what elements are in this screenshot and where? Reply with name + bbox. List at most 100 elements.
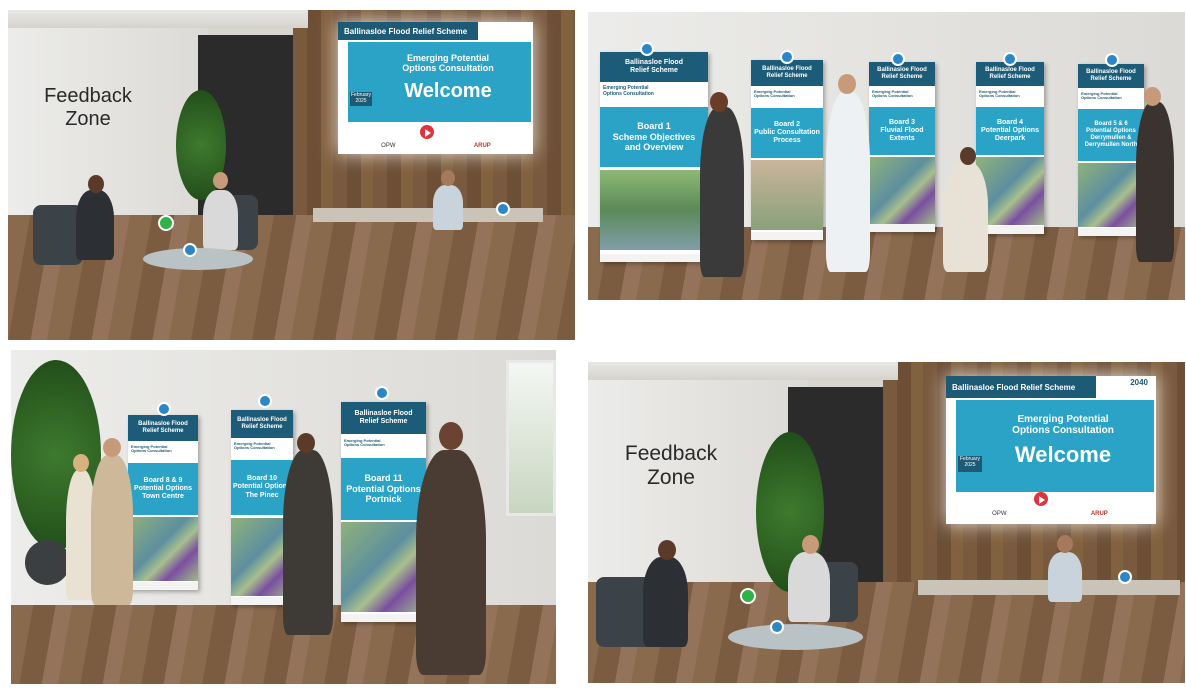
banner-title-line: Potential Options [346, 483, 421, 494]
banner-title-line: Portnick [365, 494, 402, 505]
banner-title-line: Potential Options [981, 126, 1039, 134]
banner-title: Board 4 Potential Options Deerpark [976, 107, 1044, 155]
screen-date: February 2025 [350, 92, 372, 106]
banner-sub-line: Options Consultation [131, 448, 172, 454]
board-11-banner[interactable]: Ballinasloe Flood Relief Scheme Emerging … [341, 402, 426, 622]
banner-footer [869, 224, 935, 232]
banner-title-line: Potential Options [233, 483, 291, 491]
screen-header: Ballinasloe Flood Relief Scheme [338, 22, 478, 40]
banner-title-line: Board 1 [637, 121, 671, 132]
man-head [213, 172, 228, 189]
person-head [439, 422, 463, 450]
man-brown-jacket [1136, 102, 1174, 262]
banner-title-line: Board 11 [364, 473, 403, 484]
banner-header: Ballinasloe Flood Relief Scheme [600, 52, 708, 82]
info-hotspot-icon[interactable] [640, 42, 654, 56]
banner-footer [1078, 228, 1144, 236]
sign-line-1: Feedback [624, 442, 718, 465]
banner-header-line: Relief Scheme [359, 418, 408, 425]
info-hotspot-icon[interactable] [157, 402, 171, 416]
info-hotspot-icon[interactable] [183, 243, 197, 257]
feedback-zone-panel-top-left: Feedback Zone Ballinasloe Flood Relief S… [8, 10, 575, 340]
banner-subtitle: Emerging Potential Options Consultation [344, 438, 385, 448]
screen-headline: Welcome [1014, 442, 1112, 467]
screen-headline: Welcome [404, 80, 492, 102]
banner-title-line: Derrymullen North [1084, 141, 1138, 148]
logo-arup: ARUP [1090, 511, 1108, 517]
banner-header-line: Ballinasloe Flood [762, 66, 812, 73]
date-year: 2025 [964, 462, 976, 468]
banner-header: Ballinasloe Flood Relief Scheme [341, 402, 426, 434]
woman-dark-outfit [283, 450, 333, 635]
logo-arup: ARUP [473, 143, 491, 149]
logo-opw: OPW [992, 511, 1007, 517]
subtitle-line-1: Emerging Potential [1017, 414, 1109, 425]
ceiling [8, 10, 308, 28]
info-hotspot-icon[interactable] [891, 52, 905, 66]
banner-sub-line: Options Consultation [979, 93, 1020, 99]
board-2-banner[interactable]: Ballinasloe Flood Relief Scheme Emerging … [751, 60, 823, 240]
banner-map [869, 157, 935, 224]
woman-kneeling [943, 162, 988, 272]
banner-photo [751, 160, 823, 230]
screen-subtitle: Emerging Potential Options Consultation [988, 414, 1138, 436]
banner-footer [600, 254, 708, 262]
banner-sub-line: Options Consultation [234, 445, 275, 451]
info-hotspot-icon[interactable] [770, 620, 784, 634]
banner-title-line: and Overview [624, 142, 684, 153]
info-hotspot-icon[interactable] [375, 386, 389, 400]
feedback-zone-panel-bottom-right: Feedback Zone Ballinasloe Flood Relief S… [588, 362, 1185, 683]
banner-title: Board 3 Fluvial Flood Extents [869, 107, 935, 155]
coffee-table [728, 624, 863, 650]
banner-title-line: Deerpark [994, 135, 1026, 143]
banner-footer [751, 232, 823, 240]
board-5-6-banner[interactable]: Ballinasloe Flood Relief Scheme Emerging … [1078, 64, 1144, 236]
board-8-9-banner[interactable]: Ballinasloe Flood Relief Scheme Emerging … [128, 415, 198, 590]
banner-title-line: Process [773, 137, 801, 145]
banner-title-line: Board 5 & 6 [1094, 121, 1128, 128]
banner-header-line: Ballinasloe Flood [138, 421, 188, 428]
banner-subtitle: Emerging Potential Options Consultation [979, 89, 1020, 99]
banner-header-line: Ballinasloe Flood [354, 410, 413, 418]
receptionist-head [1057, 535, 1073, 553]
banner-subtitle: Emerging Potential Options Consultation [234, 441, 275, 451]
welcome-screen[interactable]: Ballinasloe Flood Relief Scheme February… [338, 22, 533, 154]
man-brown-hoodie [416, 450, 486, 675]
feedback-zone-sign: Feedback Zone [616, 442, 726, 490]
coffee-table [143, 248, 253, 270]
banner-header-line: Relief Scheme [630, 67, 678, 74]
banner-sub-line: Options Consultation [603, 90, 654, 97]
banner-title-line: Potential Options [1086, 128, 1136, 135]
person-head [73, 454, 89, 472]
banner-subtitle: Emerging Potential Options Consultation [872, 89, 913, 99]
banner-title-line: Board 3 [888, 118, 916, 126]
board-1-banner[interactable]: Ballinasloe Flood Relief Scheme Emerging … [600, 52, 708, 262]
person-head [1144, 87, 1161, 106]
banner-sub-line: Options Consultation [1081, 95, 1122, 101]
info-hotspot-icon[interactable] [1118, 570, 1132, 584]
play-icon[interactable] [1034, 492, 1048, 506]
banner-header-line: Relief Scheme [241, 424, 283, 430]
info-hotspot-icon[interactable] [1105, 53, 1119, 67]
info-hotspot-icon[interactable] [1003, 52, 1017, 66]
chat-hotspot-icon[interactable] [158, 215, 174, 231]
play-icon[interactable] [420, 125, 434, 139]
man-seated [788, 552, 830, 622]
feedback-zone-sign: Feedback Zone [43, 85, 133, 131]
board-3-banner[interactable]: Ballinasloe Flood Relief Scheme Emerging … [869, 62, 935, 232]
banner-map [128, 517, 198, 581]
banner-title-line: Board 10 [247, 475, 277, 483]
info-hotspot-icon[interactable] [258, 394, 272, 408]
sign-line-2: Zone [65, 108, 111, 130]
info-hotspot-icon[interactable] [496, 202, 510, 216]
welcome-screen[interactable]: Ballinasloe Flood Relief Scheme 2040 Feb… [946, 376, 1156, 524]
info-hotspot-icon[interactable] [780, 50, 794, 64]
banner-header: Ballinasloe Flood Relief Scheme [128, 415, 198, 441]
logo-opw: OPW [381, 143, 396, 149]
window [506, 360, 556, 516]
chat-hotspot-icon[interactable] [740, 588, 756, 604]
logo-2040: 2040 [1130, 378, 1148, 387]
plant-pot [25, 540, 70, 585]
screen-header: Ballinasloe Flood Relief Scheme [946, 376, 1096, 398]
banner-title: Board 11 Potential Options Portnick [341, 458, 426, 520]
